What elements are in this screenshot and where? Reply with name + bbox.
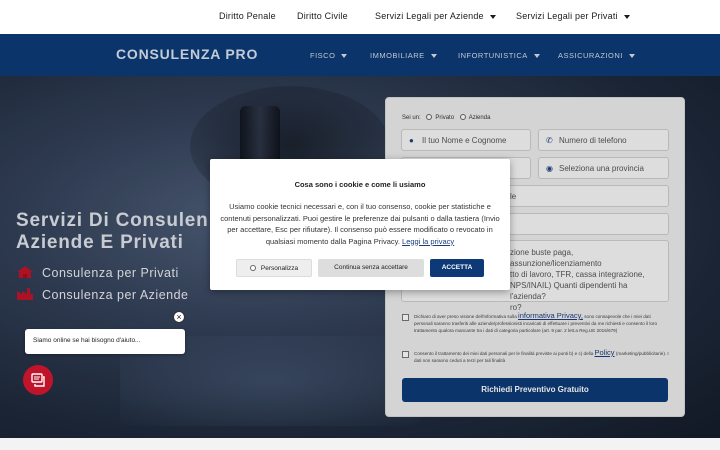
page-footer-strip — [0, 438, 720, 450]
top-bar: Diritto Penale Diritto Civile Servizi Le… — [0, 0, 720, 34]
topbar-link-diritto-penale[interactable]: Diritto Penale — [219, 11, 276, 21]
customize-label: Personalizza — [260, 265, 299, 272]
chevron-down-icon — [489, 14, 496, 19]
chat-icon — [31, 373, 45, 387]
cookie-body: Usiamo cookie tecnici necessari e, con i… — [218, 201, 502, 247]
cookie-body-text: Usiamo cookie tecnici necessari e, con i… — [220, 202, 500, 246]
topbar-link-diritto-civile[interactable]: Diritto Civile — [297, 11, 348, 21]
continue-without-accepting-button[interactable]: Continua senza accettare — [318, 259, 424, 277]
topbar-link-servizi-aziende[interactable]: Servizi Legali per Aziende — [375, 11, 496, 21]
topbar-link-servizi-privati[interactable]: Servizi Legali per Privati — [516, 11, 630, 21]
settings-radio-icon — [249, 265, 256, 271]
chat-launcher-button[interactable] — [23, 365, 53, 395]
topbar-link-label: Servizi Legali per Privati — [516, 11, 618, 21]
privacy-policy-link[interactable]: Leggi la privacy — [402, 237, 454, 246]
cookie-title: Cosa sono i cookie e come li usiamo — [294, 180, 426, 189]
topbar-link-label: Servizi Legali per Aziende — [375, 11, 484, 21]
close-icon[interactable]: × — [173, 311, 185, 323]
chat-greeting-bubble[interactable]: Siamo online se hai bisogno d'aiuto... — [25, 329, 185, 354]
accept-cookies-button[interactable]: ACCETTA — [430, 259, 484, 277]
customize-cookies-button[interactable]: Personalizza — [236, 259, 312, 277]
cookie-consent-modal: Cosa sono i cookie e come li usiamo Usia… — [210, 159, 510, 290]
chevron-down-icon — [623, 14, 630, 19]
